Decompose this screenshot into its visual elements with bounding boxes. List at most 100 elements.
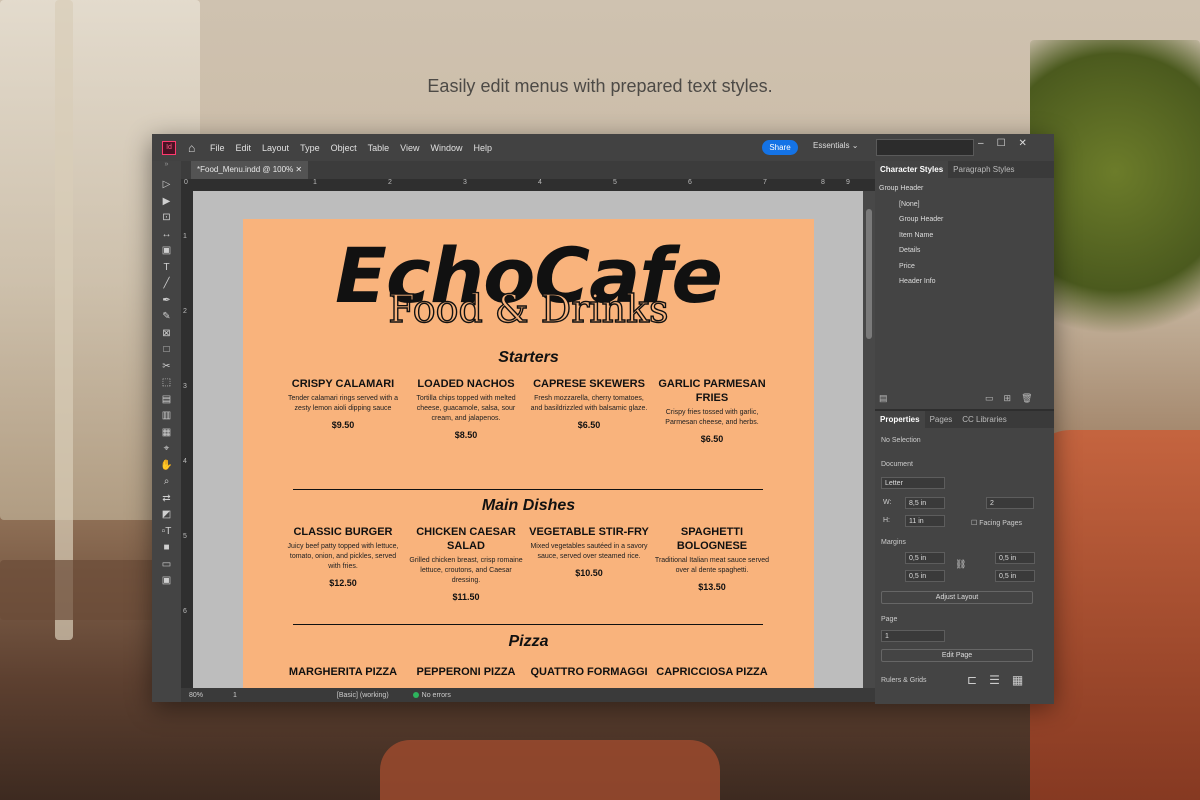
style-item[interactable]: Group Header — [875, 212, 1054, 228]
menu-type[interactable]: Type — [300, 143, 320, 153]
document-tab[interactable]: *Food_Menu.indd @ 100% ✕ — [191, 161, 309, 179]
menu-item[interactable]: MARGHERITA PIZZA — [283, 665, 403, 679]
menu-edit[interactable]: Edit — [236, 143, 252, 153]
page-tool-icon[interactable]: ⊡ — [152, 210, 181, 227]
menu-item[interactable]: SPAGHETTI BOLOGNESE Traditional Italian … — [652, 525, 772, 592]
menu-item[interactable]: GARLIC PARMESAN FRIES Crispy fries tosse… — [652, 377, 772, 444]
direct-selection-tool-icon[interactable]: ▶ — [152, 194, 181, 211]
menu-item[interactable]: LOADED NACHOS Tortilla chips topped with… — [406, 377, 526, 440]
menu-item[interactable]: QUATTRO FORMAGGI — [529, 665, 649, 679]
trash-icon[interactable]: 🗑 — [1021, 393, 1032, 404]
close-tab-icon[interactable]: ✕ — [295, 165, 302, 174]
menu-layout[interactable]: Layout — [262, 143, 289, 153]
section-pizza[interactable]: Pizza — [243, 633, 814, 651]
vertical-ruler[interactable]: 1 2 3 4 5 6 — [181, 191, 193, 688]
apply-color-icon[interactable]: ■ — [152, 540, 181, 557]
menu-file[interactable]: File — [210, 143, 225, 153]
style-item[interactable]: Details — [875, 243, 1054, 259]
menu-item[interactable]: PEPPERONI PIZZA — [406, 665, 526, 679]
menu-item[interactable]: VEGETABLE STIR-FRY Mixed vegetables saut… — [529, 525, 649, 578]
vertical-scrollbar[interactable] — [863, 191, 875, 688]
margin-bottom-field[interactable]: 0,5 in — [905, 570, 945, 582]
zoom-level[interactable]: 80% — [189, 692, 203, 699]
home-icon[interactable]: ⌂ — [188, 142, 200, 154]
document-grid-icon[interactable]: ▦ — [1012, 673, 1023, 687]
preflight-profile[interactable]: [Basic] (working) — [337, 692, 389, 699]
fill-stroke-icon[interactable]: ◩ — [152, 507, 181, 524]
close-icon[interactable]: ✕ — [1019, 138, 1027, 149]
page-size-select[interactable]: Letter — [881, 477, 945, 489]
search-input[interactable] — [876, 139, 974, 156]
pen-tool-icon[interactable]: ✒ — [152, 293, 181, 310]
margin-right-field[interactable]: 0,5 in — [995, 570, 1035, 582]
hand-tool-icon[interactable]: ✋ — [152, 458, 181, 475]
free-transform-tool-icon[interactable]: ⬚ — [152, 375, 181, 392]
adjust-layout-button[interactable]: Adjust Layout — [881, 591, 1033, 604]
section-main-dishes[interactable]: Main Dishes — [243, 497, 814, 515]
height-field[interactable]: 11 in — [905, 515, 945, 527]
zoom-tool-icon[interactable]: ⌕ — [152, 474, 181, 491]
line-tool-icon[interactable]: ╱ — [152, 276, 181, 293]
tab-cc-libraries[interactable]: CC Libraries — [957, 411, 1011, 428]
page-number-field[interactable]: 1 — [233, 692, 237, 699]
collapse-icon[interactable]: » — [152, 161, 181, 177]
ruler-icon[interactable]: ⊏ — [967, 673, 977, 687]
workspace-switcher[interactable]: Essentials ⌄ — [813, 141, 858, 150]
section-starters[interactable]: Starters — [243, 349, 814, 367]
menu-item[interactable]: CRISPY CALAMARI Tender calamari rings se… — [283, 377, 403, 430]
frame-tool-icon[interactable]: ⊠ — [152, 326, 181, 343]
menu-view[interactable]: View — [400, 143, 419, 153]
rectangle-tool-icon[interactable]: □ — [152, 342, 181, 359]
add-icon[interactable]: ⊞ — [1004, 393, 1012, 404]
gap-tool-icon[interactable]: ↔ — [152, 227, 181, 244]
menu-object[interactable]: Object — [331, 143, 357, 153]
pencil-tool-icon[interactable]: ✎ — [152, 309, 181, 326]
margin-left-field[interactable]: 0,5 in — [995, 552, 1035, 564]
view-mode-icon[interactable]: ▭ — [152, 557, 181, 574]
cafe-subtitle[interactable]: Food & Drinks — [243, 286, 814, 331]
menu-item[interactable]: CAPRICCIOSA PIZZA — [652, 665, 772, 679]
tab-pages[interactable]: Pages — [925, 411, 958, 428]
link-margins-icon[interactable]: ⛓ — [955, 559, 966, 570]
menu-item[interactable]: CHICKEN CAESAR SALAD Grilled chicken bre… — [406, 525, 526, 602]
menu-page[interactable]: EchoCafe Food & Drinks Starters CRISPY C… — [243, 219, 814, 688]
pages-count-field[interactable]: 2 — [986, 497, 1034, 509]
folder-icon[interactable]: ▭ — [985, 393, 994, 404]
facing-pages-checkbox[interactable]: ☐ Facing Pages — [971, 519, 1022, 527]
style-item[interactable]: Item Name — [875, 228, 1054, 244]
minimize-icon[interactable]: – — [978, 138, 984, 149]
tab-character-styles[interactable]: Character Styles — [875, 161, 949, 178]
width-field[interactable]: 8,5 in — [905, 497, 945, 509]
menu-help[interactable]: Help — [473, 143, 492, 153]
menu-item[interactable]: CLASSIC BURGER Juicy beef patty topped w… — [283, 525, 403, 588]
content-collector-icon[interactable]: ▣ — [152, 243, 181, 260]
eyedropper-tool-icon[interactable]: ⌖ — [152, 441, 181, 458]
gradient-tool-icon[interactable]: ▤ — [152, 392, 181, 409]
swap-colors-icon[interactable]: ⇄ — [152, 491, 181, 508]
tab-properties[interactable]: Properties — [875, 411, 925, 428]
scroll-thumb[interactable] — [866, 209, 872, 339]
menu-item[interactable]: CAPRESE SKEWERS Fresh mozzarella, cherry… — [529, 377, 649, 430]
pasteboard[interactable]: EchoCafe Food & Drinks Starters CRISPY C… — [193, 191, 863, 688]
maximize-icon[interactable]: ☐ — [997, 138, 1006, 149]
margin-top-field[interactable]: 0,5 in — [905, 552, 945, 564]
new-style-group-icon[interactable]: ▤ — [879, 393, 888, 404]
style-group[interactable]: Group Header — [875, 181, 1054, 197]
scissors-tool-icon[interactable]: ✂ — [152, 359, 181, 376]
menu-table[interactable]: Table — [368, 143, 390, 153]
tab-paragraph-styles[interactable]: Paragraph Styles — [948, 161, 1019, 178]
share-button[interactable]: Share — [762, 140, 798, 155]
selection-tool-icon[interactable]: ▷ — [152, 177, 181, 194]
page-select[interactable]: 1 — [881, 630, 945, 642]
baseline-grid-icon[interactable]: ☰ — [989, 673, 1000, 687]
preflight-status[interactable]: No errors — [412, 692, 451, 699]
edit-page-button[interactable]: Edit Page — [881, 649, 1033, 662]
note-tool-icon[interactable]: ▦ — [152, 425, 181, 442]
formatting-icon[interactable]: ▫T — [152, 524, 181, 541]
type-tool-icon[interactable]: T — [152, 260, 181, 277]
gradient-feather-icon[interactable]: ▥ — [152, 408, 181, 425]
screen-mode-icon[interactable]: ▣ — [152, 573, 181, 590]
style-item[interactable]: Price — [875, 259, 1054, 275]
menu-window[interactable]: Window — [430, 143, 462, 153]
style-item[interactable]: Header Info — [875, 274, 1054, 290]
